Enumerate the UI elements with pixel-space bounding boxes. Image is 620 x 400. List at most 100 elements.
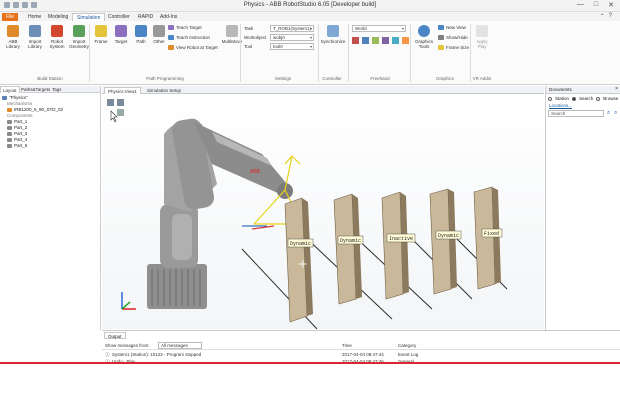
part-icon <box>7 119 12 124</box>
show-hide-button[interactable]: Show/Hide <box>438 35 468 40</box>
scene-canvas[interactable]: ABB Dynamic Dynamic Inactive Dynamic Fix… <box>102 94 544 329</box>
tab-layout[interactable]: Layout <box>0 86 20 93</box>
robot-icon <box>7 107 12 112</box>
task-combo[interactable]: T_ROB1(System1) <box>270 25 314 32</box>
help-icon[interactable]: ? <box>609 13 612 20</box>
block-1 <box>284 197 313 323</box>
other-icon <box>153 25 165 37</box>
part-icon <box>7 125 12 130</box>
search-options-icon[interactable]: ⌕ <box>614 110 617 117</box>
tool-label: Tool <box>244 44 253 49</box>
frame-button[interactable]: Frame <box>90 25 112 44</box>
import-library-button[interactable]: Import Library <box>24 25 46 49</box>
view-select-icon <box>117 109 124 116</box>
tree-part-3[interactable]: Part_3 <box>7 131 27 136</box>
robot-system-button[interactable]: Robot System <box>46 25 68 49</box>
view-robot-at-target-button[interactable]: View Robot at Target <box>168 45 218 50</box>
synchronize-icon <box>327 25 339 37</box>
block-4 <box>429 188 457 295</box>
jog-linear-icon[interactable] <box>382 37 389 44</box>
radio-station[interactable] <box>548 96 552 101</box>
ribbon-tabs: File Home Modeling Simulation Controller… <box>0 12 620 21</box>
move-icon[interactable] <box>352 37 359 44</box>
tab-tags[interactable]: Tags <box>50 86 64 93</box>
robot-system-icon <box>51 25 63 37</box>
tree-robot[interactable]: IRB1200_5_90_STD_02 <box>7 107 63 112</box>
target-button[interactable]: Target <box>110 25 132 44</box>
tab-modeling[interactable]: Modeling <box>44 13 72 21</box>
tab-controller[interactable]: Controller <box>104 13 134 21</box>
tree-station[interactable]: "Physics" <box>2 95 28 100</box>
tab-physics-view[interactable]: Physics:View1 <box>104 87 141 94</box>
tree-part-4[interactable]: Part_4 <box>7 137 27 142</box>
graphics-tools-button[interactable]: Graphics Tools <box>412 25 436 49</box>
workobject-combo[interactable]: wobj0 <box>270 34 314 41</box>
column-time[interactable]: Time <box>342 343 352 348</box>
import-library-icon <box>29 25 41 37</box>
tab-output[interactable]: Output <box>104 332 126 339</box>
documents-search-input[interactable]: Search <box>548 110 604 117</box>
minimize-button[interactable]: — <box>577 1 584 9</box>
teach-target-button[interactable]: Teach Target <box>168 25 202 30</box>
rotate-icon[interactable] <box>362 37 369 44</box>
close-icon[interactable]: × <box>615 86 618 92</box>
layout-panel-tabs: Layout Paths&Targets Tags <box>0 86 100 93</box>
tree-components: Components <box>7 113 33 118</box>
3d-viewport[interactable]: ABB Dynamic Dynamic Inactive Dynamic Fix… <box>102 94 544 329</box>
teach-target-icon <box>168 25 174 30</box>
title-bar: Physics - ABB RobotStudio 6.05 [Develope… <box>0 0 620 12</box>
multi-robot-jog-icon[interactable] <box>402 37 409 44</box>
locations-link[interactable]: Locations... <box>549 103 572 108</box>
output-panel: Output Show messages from: All messages … <box>102 330 620 400</box>
search-icon[interactable]: ⌕ <box>607 110 610 117</box>
freehand-tools <box>352 37 409 44</box>
tree-part-5[interactable]: Part_5 <box>7 143 27 148</box>
tool-combo[interactable]: tool0 <box>270 43 314 50</box>
frame-icon <box>95 25 107 37</box>
tree-part-2[interactable]: Part_2 <box>7 125 27 130</box>
import-geometry-icon <box>73 25 85 37</box>
radio-browse[interactable] <box>596 96 601 101</box>
show-hide-icon <box>438 35 444 40</box>
block-2 <box>333 193 362 305</box>
show-messages-combo[interactable]: All messages <box>158 342 202 349</box>
tab-simulation-setup[interactable]: Simulation Setup <box>144 87 184 94</box>
import-geometry-button[interactable]: Import Geometry <box>68 25 90 49</box>
maximize-button[interactable]: □ <box>594 1 598 9</box>
jog-joint-icon[interactable] <box>372 37 379 44</box>
synchronize-button[interactable]: Synchronize <box>320 25 346 44</box>
abb-library-button[interactable]: ABB Library <box>2 25 24 49</box>
tab-rapid[interactable]: RAPID <box>134 13 157 21</box>
graphics-tools-icon <box>418 25 430 37</box>
teach-instruction-button[interactable]: Teach Instruction <box>168 35 210 40</box>
tree-part-1[interactable]: Part_1 <box>7 119 27 124</box>
apply-play-button[interactable]: Apply Play <box>472 25 492 49</box>
physics-label-1: Dynamic <box>290 241 311 247</box>
column-category[interactable]: Category <box>398 343 416 348</box>
close-button[interactable]: ✕ <box>608 1 614 9</box>
frame-size-button[interactable]: Frame Size <box>438 45 469 50</box>
output-category: Event Log <box>398 352 419 357</box>
minimize-ribbon-icon[interactable]: ⌃ <box>600 13 605 20</box>
radio-search[interactable] <box>572 96 577 101</box>
document-tabs: Physics:View1 Simulation Setup <box>102 86 544 94</box>
output-row[interactable]: ⓘ System1 (Station): 10122 - Program sto… <box>102 352 620 359</box>
tab-paths-targets[interactable]: Paths&Targets <box>19 86 52 93</box>
tab-home[interactable]: Home <box>24 13 45 21</box>
tab-file[interactable]: File <box>2 13 19 21</box>
reference-frame-combo[interactable]: World <box>352 25 406 32</box>
ribbon-separator <box>89 24 90 82</box>
documents-mode: Station Search Browse <box>548 96 618 101</box>
task-label: Task <box>244 26 254 31</box>
tab-simulation[interactable]: Simulation <box>72 13 106 21</box>
multimove-button[interactable]: MultiMove <box>218 25 246 44</box>
jog-reorient-icon[interactable] <box>392 37 399 44</box>
group-graphics: Graphics <box>435 76 454 81</box>
tab-add-ins[interactable]: Add-Ins <box>156 13 181 21</box>
window-controls: — □ ✕ <box>577 1 614 9</box>
new-view-button[interactable]: New View <box>438 25 466 30</box>
axes-gizmo <box>121 292 136 310</box>
group-vr-addin: VR Addin <box>472 76 492 81</box>
block-3 <box>381 191 409 300</box>
other-button[interactable]: Other <box>148 25 170 44</box>
